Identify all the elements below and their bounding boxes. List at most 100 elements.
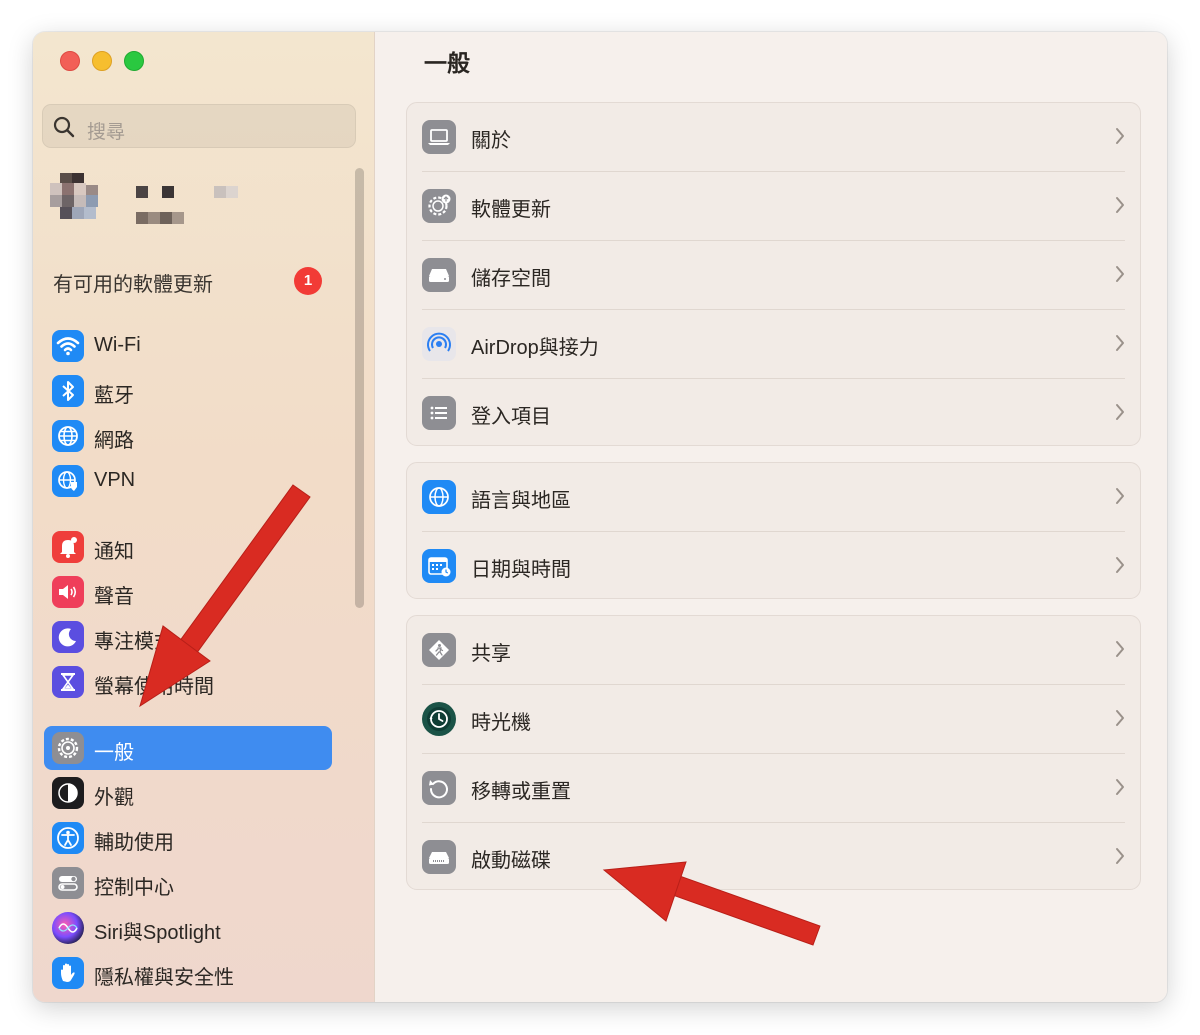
sidebar-item-label: 一般	[94, 742, 134, 764]
appearance-icon	[52, 777, 84, 809]
sidebar: 搜尋 有可用的軟體更新 1 Wi-Fi 藍牙 網路 VPN 通知 聲音 專注模式…	[33, 32, 375, 1002]
sidebar-item-privacy-security[interactable]: 隱私權與安全性	[44, 951, 332, 995]
account-avatar[interactable]	[50, 173, 114, 227]
row-storage[interactable]: 儲存空間	[407, 241, 1140, 310]
sidebar-item-sound[interactable]: 聲音	[44, 570, 332, 614]
account-name[interactable]	[136, 186, 246, 200]
chevron-right-icon	[1116, 197, 1124, 213]
row-time-machine[interactable]: 時光機	[407, 685, 1140, 754]
row-label: 日期與時間	[471, 559, 571, 581]
row-transfer-reset[interactable]: 移轉或重置	[407, 754, 1140, 823]
sidebar-item-wifi[interactable]: Wi-Fi	[44, 324, 332, 368]
airdrop-icon	[422, 327, 456, 361]
row-airdrop-handoff[interactable]: AirDrop與接力	[407, 310, 1140, 379]
sidebar-item-bluetooth[interactable]: 藍牙	[44, 369, 332, 413]
row-label: 關於	[471, 130, 511, 152]
row-label: 共享	[471, 643, 511, 665]
row-label: 語言與地區	[471, 490, 571, 512]
zoom-window-button[interactable]	[124, 51, 144, 71]
sidebar-item-siri-spotlight[interactable]: Siri與Spotlight	[44, 906, 332, 950]
row-software-update[interactable]: 軟體更新	[407, 172, 1140, 241]
moon-icon	[52, 621, 84, 653]
system-settings-window: 搜尋 有可用的軟體更新 1 Wi-Fi 藍牙 網路 VPN 通知 聲音 專注模式…	[33, 32, 1167, 1002]
sidebar-item-label: 通知	[94, 541, 134, 563]
chevron-right-icon	[1116, 779, 1124, 795]
laptop-icon	[422, 120, 456, 154]
list-icon	[422, 396, 456, 430]
sidebar-scrollbar[interactable]	[355, 168, 364, 608]
gear-badge-icon	[422, 189, 456, 223]
row-label: 移轉或重置	[471, 781, 571, 803]
gear-icon	[52, 732, 84, 764]
row-startup-disk[interactable]: 啟動磁碟	[407, 823, 1140, 892]
search-field[interactable]: 搜尋	[42, 104, 356, 148]
chevron-right-icon	[1116, 557, 1124, 573]
sidebar-item-network[interactable]: 網路	[44, 414, 332, 458]
bluetooth-icon	[52, 375, 84, 407]
row-label: 啟動磁碟	[471, 850, 551, 872]
sidebar-item-screen-time[interactable]: 螢幕使用時間	[44, 660, 332, 704]
row-about[interactable]: 關於	[407, 103, 1140, 172]
sidebar-item-label: Siri與Spotlight	[94, 922, 221, 944]
siri-icon	[52, 912, 84, 944]
row-login-items[interactable]: 登入項目	[407, 379, 1140, 448]
sidebar-item-label: 輔助使用	[94, 832, 174, 854]
sidebar-item-label: 專注模式	[94, 631, 174, 653]
sidebar-item-general[interactable]: 一般	[44, 726, 332, 770]
sidebar-item-accessibility[interactable]: 輔助使用	[44, 816, 332, 860]
wifi-icon	[52, 330, 84, 362]
general-pane: 一般 關於 軟體更新 儲存空間 AirDrop與接力 登入項目 語言與地區 日期…	[375, 32, 1167, 1002]
time-machine-icon	[422, 702, 456, 736]
row-label: 時光機	[471, 712, 531, 734]
search-icon	[53, 116, 75, 138]
accessibility-icon	[52, 822, 84, 854]
globe-network-icon	[52, 420, 84, 452]
hand-icon	[52, 957, 84, 989]
settings-group-locale: 語言與地區 日期與時間	[406, 462, 1141, 599]
minimize-window-button[interactable]	[92, 51, 112, 71]
sidebar-item-appearance[interactable]: 外觀	[44, 771, 332, 815]
chevron-right-icon	[1116, 335, 1124, 351]
chevron-right-icon	[1116, 266, 1124, 282]
globe-icon	[422, 480, 456, 514]
speaker-icon	[52, 576, 84, 608]
bell-icon	[52, 531, 84, 563]
sidebar-item-vpn[interactable]: VPN	[44, 459, 332, 503]
update-badge: 1	[294, 267, 322, 295]
drive-icon	[422, 258, 456, 292]
sidebar-item-focus[interactable]: 專注模式	[44, 615, 332, 659]
row-label: 儲存空間	[471, 268, 551, 290]
sidebar-item-label: 控制中心	[94, 877, 174, 899]
settings-group-maintenance: 共享 時光機 移轉或重置 啟動磁碟	[406, 615, 1141, 890]
chevron-right-icon	[1116, 128, 1124, 144]
startup-disk-icon	[422, 840, 456, 874]
calendar-clock-icon	[422, 549, 456, 583]
page-title: 一般	[424, 50, 470, 76]
sidebar-item-label: VPN	[94, 469, 136, 491]
control-center-icon	[52, 867, 84, 899]
sidebar-item-label: Wi-Fi	[94, 334, 141, 356]
sidebar-item-control-center[interactable]: 控制中心	[44, 861, 332, 905]
close-window-button[interactable]	[60, 51, 80, 71]
reset-icon	[422, 771, 456, 805]
row-language-region[interactable]: 語言與地區	[407, 463, 1140, 532]
sidebar-item-notifications[interactable]: 通知	[44, 525, 332, 569]
sidebar-item-label: 藍牙	[94, 385, 134, 407]
chevron-right-icon	[1116, 404, 1124, 420]
hourglass-icon	[52, 666, 84, 698]
row-label: 登入項目	[471, 406, 551, 428]
sidebar-item-label: 隱私權與安全性	[94, 967, 234, 989]
settings-group-system-info: 關於 軟體更新 儲存空間 AirDrop與接力 登入項目	[406, 102, 1141, 446]
vpn-icon	[52, 465, 84, 497]
sharing-icon	[422, 633, 456, 667]
row-date-time[interactable]: 日期與時間	[407, 532, 1140, 601]
sidebar-item-label: 網路	[94, 430, 134, 452]
account-subtitle	[136, 212, 190, 226]
sidebar-item-label: 外觀	[94, 787, 134, 809]
chevron-right-icon	[1116, 710, 1124, 726]
chevron-right-icon	[1116, 848, 1124, 864]
row-label: AirDrop與接力	[471, 337, 599, 359]
row-sharing[interactable]: 共享	[407, 616, 1140, 685]
software-update-available-row[interactable]: 有可用的軟體更新 1	[53, 266, 353, 296]
update-label: 有可用的軟體更新	[53, 274, 213, 296]
